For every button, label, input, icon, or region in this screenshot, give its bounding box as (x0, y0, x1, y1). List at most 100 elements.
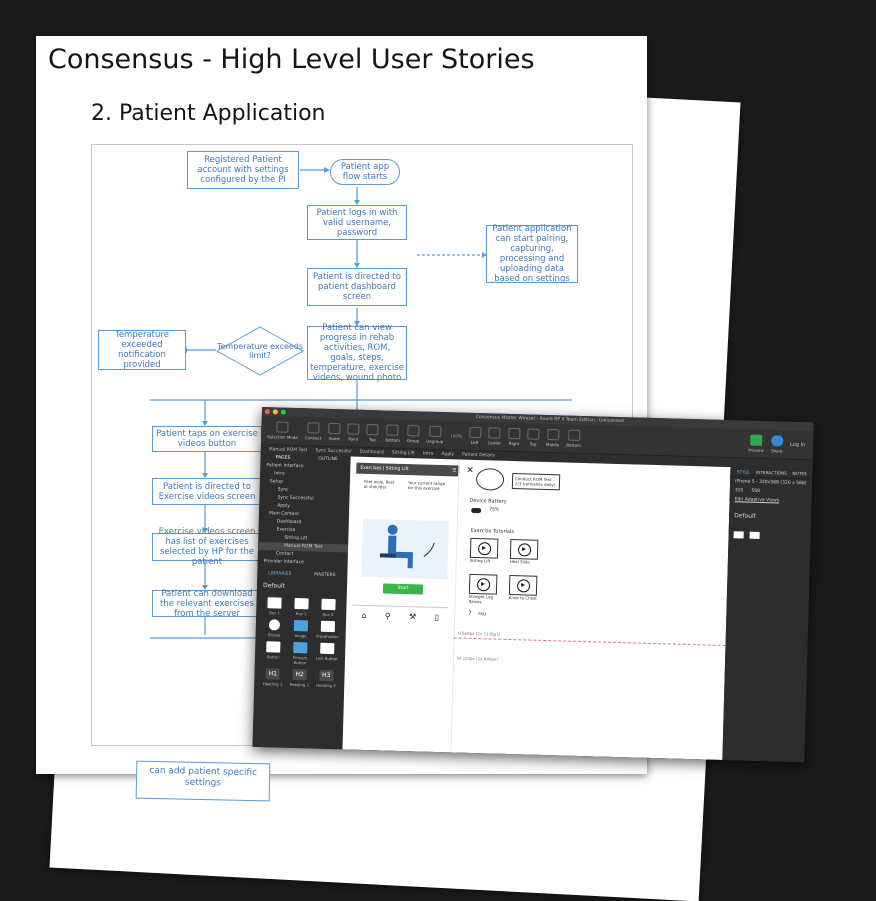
tab-outline[interactable]: OUTLINE (305, 455, 350, 464)
play-button[interactable]: ▶ (509, 538, 539, 560)
minimize-dot-icon[interactable] (272, 409, 278, 415)
tab-interactions[interactable]: INTERACTIONS (756, 468, 787, 478)
lib-button[interactable]: Button (261, 641, 286, 665)
page-tab-manual-rom[interactable]: Manual ROM Test (269, 447, 308, 453)
connect-button[interactable]: Connect (305, 422, 322, 441)
hammer-icon[interactable]: ⚒ (409, 612, 416, 621)
tutorial-card[interactable]: ▶ Sitting Lift (469, 537, 499, 564)
phone-divider (450, 459, 460, 753)
close-dot-icon[interactable] (264, 409, 270, 415)
page-tab-sitting-lift[interactable]: Sitting Lift (392, 451, 415, 457)
battery-toggle[interactable] (471, 507, 482, 514)
page-tab-sync[interactable]: Sync Successful (315, 449, 351, 455)
ungroup-button[interactable]: Ungroup (426, 425, 444, 444)
tutorial-card[interactable]: ▶ Knee to Chest (508, 574, 538, 601)
link-button-icon (319, 642, 335, 655)
align-right-icon (508, 427, 521, 440)
align-top-button[interactable]: Top (527, 428, 540, 447)
flow-download: Patient can download the relevant exerci… (152, 589, 262, 619)
tab-style[interactable]: STYLE (730, 467, 756, 477)
phone-icon[interactable]: ▯ (434, 612, 439, 621)
start-button[interactable]: Start (382, 583, 424, 595)
flow-start: Patient app flow starts (330, 159, 400, 185)
help-icon[interactable]: ? (468, 610, 471, 617)
lib-ellipse[interactable]: Ellipse (262, 619, 287, 638)
insert-button[interactable]: Insert (328, 422, 341, 441)
login-link[interactable]: Log In (790, 442, 805, 448)
lib-heading1[interactable]: H1 Heading 1 (260, 668, 285, 687)
bottom-nav: ⌂ ⚲ ⚒ ▯ (351, 604, 449, 627)
edit-adaptive-link[interactable]: Edit Adaptive Views (729, 495, 811, 506)
lib-box3[interactable]: Box 3 (315, 598, 340, 618)
home-icon[interactable]: ⌂ (361, 610, 366, 619)
tutorial-label: Knee to Chest (508, 594, 537, 601)
align-middle-icon (546, 428, 560, 441)
phone-header: Exercises | Sitting Lift ☰ (356, 462, 460, 477)
close-icon[interactable]: ✕ (466, 466, 474, 476)
lib-heading2[interactable]: H2 Heading 2 (287, 668, 312, 688)
lib-box1[interactable]: Box 1 (262, 597, 287, 616)
menu-icon[interactable]: ☰ (452, 465, 456, 476)
zoom-select[interactable]: 100% (450, 433, 462, 438)
flow-temp-decision: Temperature exceeds limit? (215, 326, 305, 376)
tutorial-label: Straight Leg Raises (468, 593, 494, 605)
point-button[interactable]: Point (347, 423, 360, 442)
image-swatch-icon[interactable] (749, 531, 760, 539)
tab-libraries[interactable]: LIBRARIES (257, 570, 302, 579)
selection-mode-button[interactable]: Selection Mode (267, 421, 298, 440)
design-tool-screenshot: Consensus Master Wireset - Axure RP 9 Te… (252, 407, 814, 763)
play-button[interactable]: ▶ (469, 537, 499, 559)
play-button[interactable]: ▶ (508, 574, 538, 596)
conduct-test-button[interactable]: Conduct ROM Test 2/3 (refreshes daily) (511, 473, 561, 491)
preview-button[interactable]: Preview (748, 434, 764, 453)
bottom-icon (386, 424, 400, 436)
color-swatch-icon[interactable] (733, 531, 744, 539)
align-left-button[interactable]: Left (468, 426, 482, 445)
exercise-icon[interactable]: ⚲ (385, 611, 391, 620)
flow-temp-notice: Temperature exceeded notification provid… (98, 330, 186, 370)
faq-link[interactable]: FAQ (478, 611, 486, 616)
flow-dashboard: Patient is directed to patient dashboard… (307, 268, 407, 306)
tab-masters[interactable]: MASTERS (302, 571, 347, 580)
heading2-icon: H2 (292, 668, 307, 681)
top-button[interactable]: Top (366, 423, 379, 442)
bottom-button[interactable]: Bottom (385, 424, 400, 443)
width-field[interactable]: 320 (735, 488, 744, 493)
page-tab-intro[interactable]: Intro (423, 452, 434, 457)
page-tab-dashboard[interactable]: Dashboard (359, 450, 384, 456)
height-field[interactable]: 568 (751, 489, 760, 494)
box-icon (321, 598, 336, 611)
align-middle-button[interactable]: Middle (546, 428, 560, 447)
lib-heading3[interactable]: H3 Heading 3 (314, 669, 339, 689)
flow-temp-text: Temperature exceeds limit? (216, 342, 304, 360)
page-tab-apply[interactable]: Apply (441, 452, 454, 457)
tutorial-label: Heel Slide (509, 558, 530, 565)
tab-notes[interactable]: NOTES (787, 469, 813, 479)
flow-tap-videos: Patient taps on exercise videos button (152, 426, 262, 452)
page-tree: Patient Interface Intro Setup Sync Sync … (258, 462, 351, 568)
design-canvas[interactable]: Exercises | Sitting Lift ☰ Feet wide, Re… (342, 456, 731, 760)
lib-image[interactable]: Image (288, 619, 313, 639)
lib-link-button[interactable]: Link Button (314, 642, 339, 667)
tree-item[interactable]: Provider Interface (258, 558, 348, 569)
align-bottom-button[interactable]: Bottom (566, 429, 581, 448)
group-button[interactable]: Group (407, 425, 420, 443)
battery-percent: 75% (489, 507, 500, 513)
lib-primary-button[interactable]: Primary Button (287, 641, 312, 666)
page-tab-patient-details[interactable]: Patient Details (462, 453, 495, 459)
align-center-button[interactable]: Center (488, 427, 502, 446)
play-button[interactable]: ▶ (468, 573, 498, 595)
slide-subtitle: 2. Patient Application (91, 101, 326, 126)
lib-placeholder[interactable]: Placeholder (315, 620, 340, 640)
share-button[interactable]: Share (770, 435, 784, 454)
tutorial-card[interactable]: ▶ Heel Slide (509, 538, 539, 565)
insert-icon (328, 422, 341, 435)
device-battery-title: Device Battery (469, 497, 507, 505)
tutorial-card[interactable]: ▶ Straight Leg Raises (468, 573, 500, 605)
right-panel: STYLE INTERACTIONS NOTES iPhone 5 - 320x… (722, 467, 813, 763)
flow-directed-videos: Patient is directed to Exercise videos s… (152, 478, 262, 505)
align-right-button[interactable]: Right (508, 427, 521, 446)
slide-title: Consensus - High Level User Stories (48, 44, 535, 75)
flow-progress: Patient can view progress in rehab activ… (307, 323, 407, 383)
lib-box2[interactable]: Box 2 (289, 597, 314, 617)
